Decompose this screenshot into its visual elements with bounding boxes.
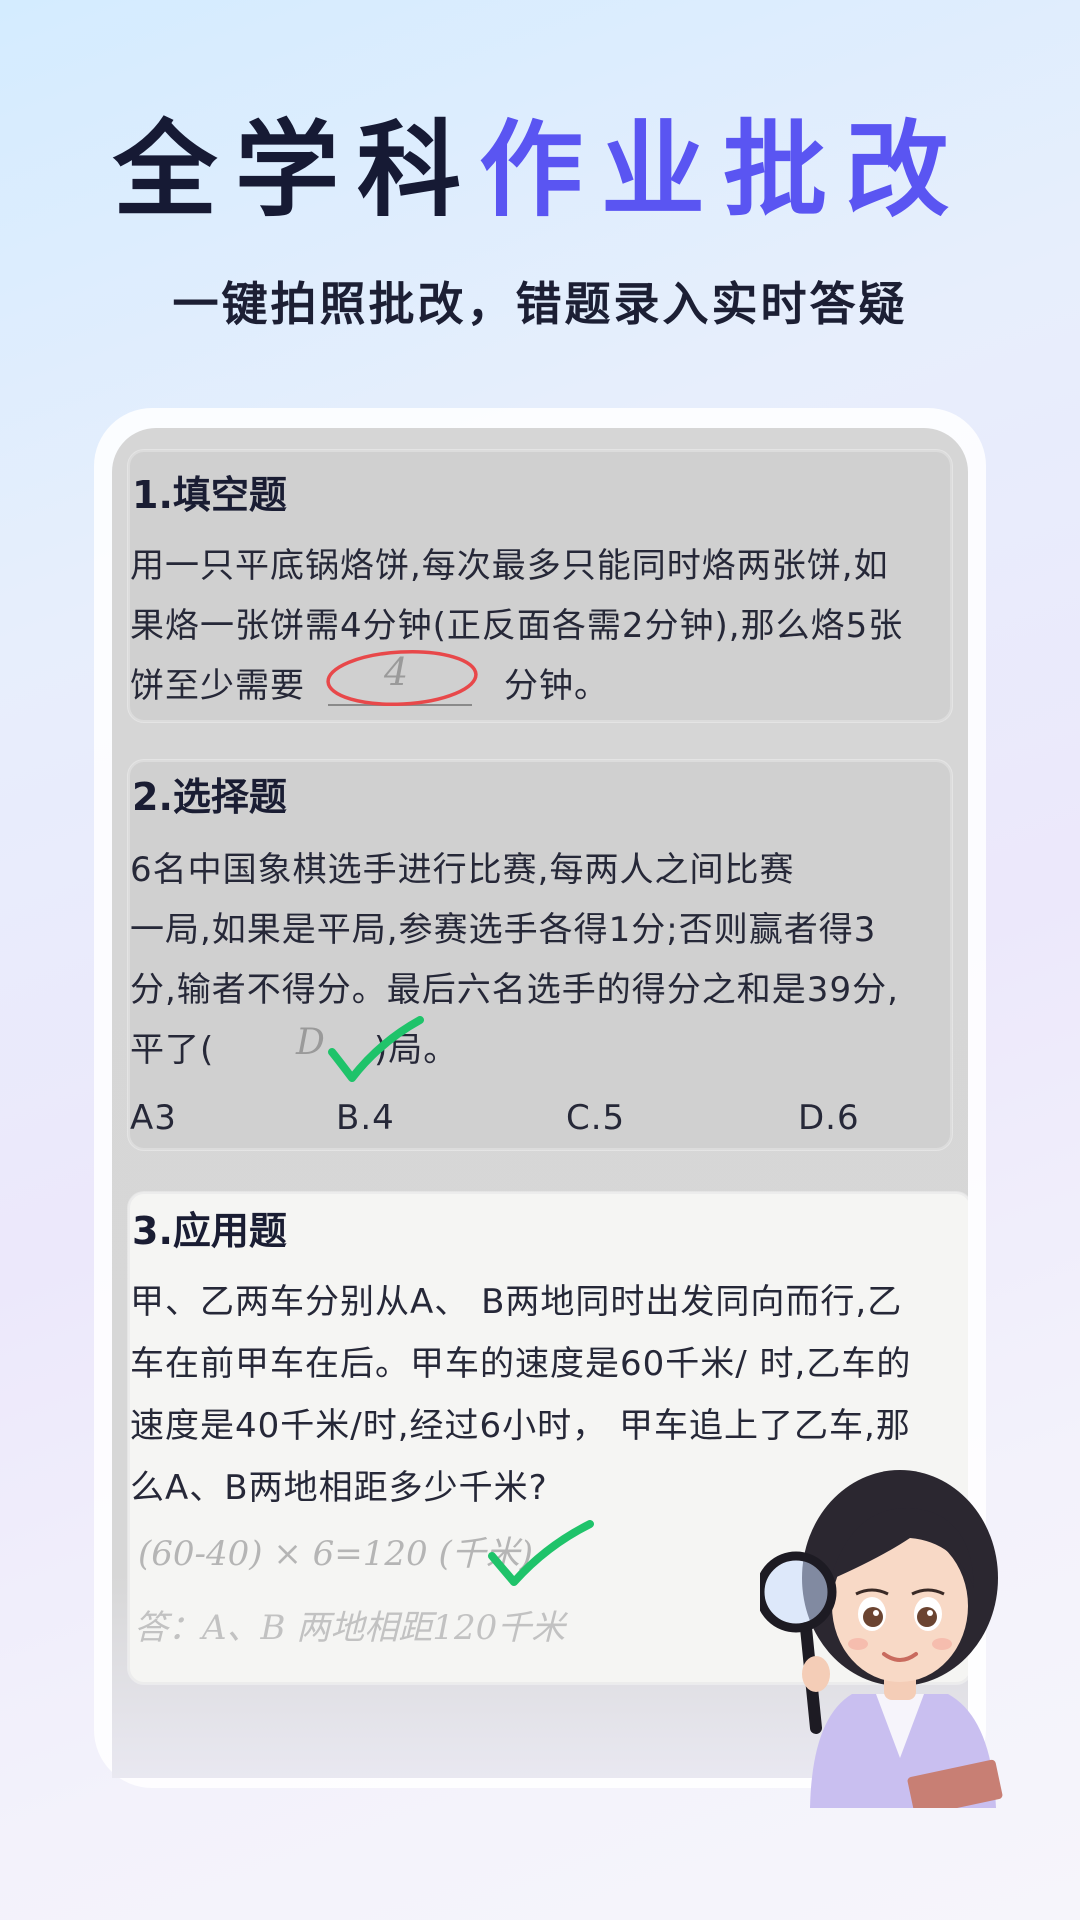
question-text-line: 用一只平底锅烙饼,每次最多只能同时烙两张饼,如 <box>130 546 889 586</box>
check-mark-icon <box>488 1520 594 1586</box>
question-text-line: 速度是40千米/时,经过6小时， 甲车追上了乙车,那 <box>130 1406 911 1446</box>
wrong-circle-icon <box>326 649 478 707</box>
question-text-line: 饼至少需要 <box>130 666 305 706</box>
question-text-line: 么A、B两地相距多少千米? <box>130 1468 548 1508</box>
question-text-line: 甲、乙两车分别从A、 B两地同时出发同向而行,乙 <box>130 1282 903 1322</box>
question-text-line: 6名中国象棋选手进行比赛,每两人之间比赛 <box>130 850 795 890</box>
question-title: 2.选择题 <box>132 775 287 819</box>
handwritten-answer: D <box>296 1022 325 1063</box>
handwritten-final-answer: 答：A、B 两地相距120千米 <box>134 1608 566 1648</box>
option-b: B.4 <box>336 1098 395 1138</box>
teacher-character-illustration <box>760 1470 1003 1808</box>
question-text-line: 一局,如果是平局,参赛选手各得1分;否则赢者得3 <box>130 910 877 950</box>
question-text-tail: 分钟。 <box>504 666 609 706</box>
question-text-line: 车在前甲车在后。甲车的速度是60千米/ 时,乙车的 <box>130 1344 912 1384</box>
question-title: 1.填空题 <box>132 473 287 517</box>
question-blank-prefix: 平了( <box>130 1030 215 1070</box>
question-text-line: 分,输者不得分。最后六名选手的得分之和是39分, <box>130 970 899 1010</box>
question-text-line: 果烙一张饼需4分钟(正反面各需2分钟),那么烙5张 <box>130 606 904 646</box>
option-d: D.6 <box>798 1098 860 1138</box>
hero-title-part1: 全学科 <box>112 109 479 231</box>
check-mark-icon <box>328 1016 424 1082</box>
handwritten-work: (60-40) × 6=120 (千米) <box>138 1534 534 1574</box>
option-c: C.5 <box>566 1098 626 1138</box>
hero-title: 全学科作业批改 <box>0 108 1080 233</box>
hero-subtitle: 一键拍照批改，错题录入实时答疑 <box>172 277 908 331</box>
hero-title-part2: 作业批改 <box>479 109 968 231</box>
option-a: A3 <box>130 1098 177 1138</box>
question-title: 3.应用题 <box>132 1209 287 1253</box>
